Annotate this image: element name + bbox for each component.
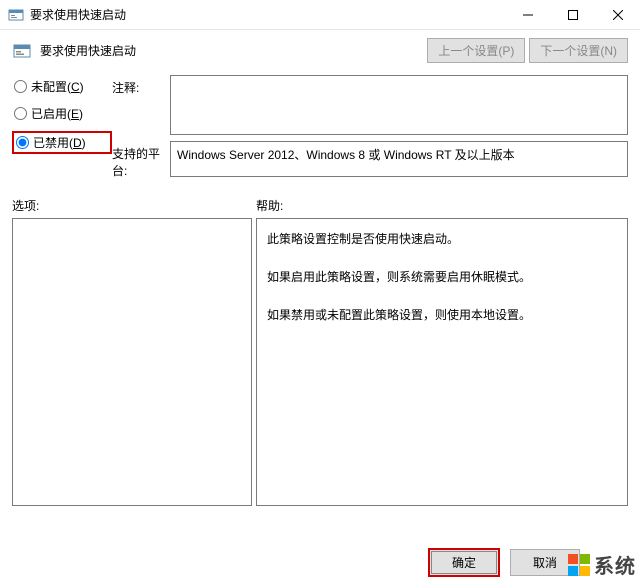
radio-disabled[interactable]: 已禁用(D) (12, 131, 112, 154)
options-label: 选项: (12, 197, 252, 214)
minimize-button[interactable] (505, 0, 550, 29)
help-line-1: 此策略设置控制是否使用快速启动。 (267, 227, 617, 251)
options-box (12, 218, 252, 506)
watermark-text: 系统 (594, 550, 636, 579)
policy-icon (12, 41, 32, 61)
lower-section: 选项: 帮助: 此策略设置控制是否使用快速启动。 如果启用此策略设置，则系统需要… (12, 197, 628, 506)
config-row: 未配置(C) 已启用(E) 已禁用(D) 注释: 支持的平台: Windows … (12, 75, 628, 185)
header-row: 要求使用快速启动 上一个设置(P) 下一个设置(N) (12, 38, 628, 63)
help-line-2: 如果启用此策略设置，则系统需要启用休眠模式。 (267, 265, 617, 289)
window-title: 要求使用快速启动 (30, 6, 505, 23)
comment-input[interactable] (170, 75, 628, 135)
nav-buttons: 上一个设置(P) 下一个设置(N) (427, 38, 628, 63)
platform-value: Windows Server 2012、Windows 8 或 Windows … (177, 148, 515, 162)
policy-name: 要求使用快速启动 (40, 42, 427, 59)
help-label: 帮助: (256, 197, 628, 214)
radio-disabled-input[interactable] (16, 136, 29, 149)
radio-enabled-input[interactable] (14, 107, 27, 120)
radio-not-configured-input[interactable] (14, 80, 27, 93)
platform-box: Windows Server 2012、Windows 8 或 Windows … (170, 141, 628, 177)
help-line-3: 如果禁用或未配置此策略设置，则使用本地设置。 (267, 303, 617, 327)
button-bar: 确定 取消 (428, 548, 580, 577)
prev-setting-button[interactable]: 上一个设置(P) (427, 38, 525, 63)
help-box: 此策略设置控制是否使用快速启动。 如果启用此策略设置，则系统需要启用休眠模式。 … (256, 218, 628, 506)
close-button[interactable] (595, 0, 640, 29)
platform-label: 支持的平台: (112, 141, 170, 179)
ok-button[interactable]: 确定 (428, 548, 500, 577)
radio-enabled-label: 已启用(E) (31, 105, 83, 122)
radio-disabled-label: 已禁用(D) (33, 134, 86, 151)
window-controls (505, 0, 640, 29)
radio-enabled[interactable]: 已启用(E) (12, 104, 112, 123)
comment-label: 注释: (112, 75, 170, 96)
app-icon (8, 7, 24, 23)
cancel-button[interactable]: 取消 (510, 549, 580, 576)
radio-not-configured[interactable]: 未配置(C) (12, 77, 112, 96)
next-setting-button[interactable]: 下一个设置(N) (529, 38, 628, 63)
radio-not-configured-label: 未配置(C) (31, 78, 84, 95)
radio-group: 未配置(C) 已启用(E) 已禁用(D) (12, 75, 112, 154)
maximize-button[interactable] (550, 0, 595, 29)
titlebar: 要求使用快速启动 (0, 0, 640, 30)
